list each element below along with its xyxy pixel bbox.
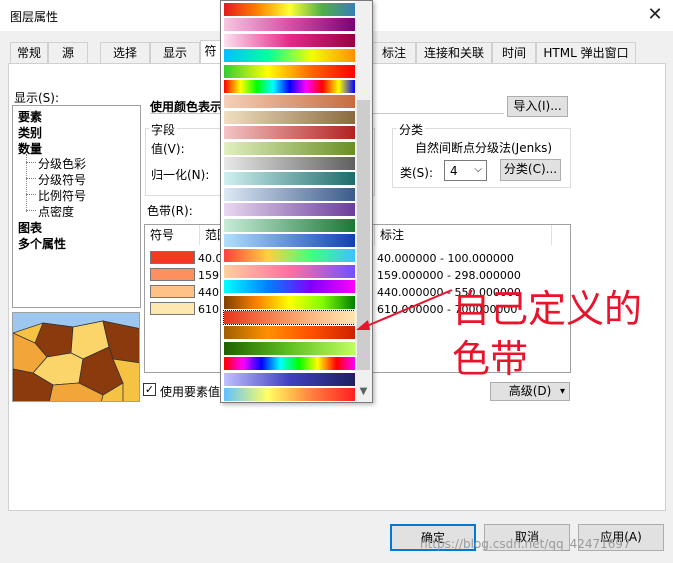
tab-display[interactable]: 显示 bbox=[150, 42, 200, 63]
tab-general[interactable]: 常规 bbox=[10, 42, 48, 63]
tree-item-categories[interactable]: 类别 bbox=[18, 124, 42, 141]
tree-item-dot-density[interactable]: 点密度 bbox=[38, 203, 74, 220]
symbol-swatch[interactable] bbox=[150, 302, 195, 315]
tab-joins-relates[interactable]: 连接和关联 bbox=[416, 42, 492, 63]
symbol-swatch[interactable] bbox=[150, 251, 195, 264]
tree-item-charts[interactable]: 图表 bbox=[18, 219, 42, 236]
advanced-button-label: 高级(D) bbox=[508, 384, 552, 398]
classification-group-label: 分类 bbox=[397, 121, 426, 138]
symbol-swatch[interactable] bbox=[150, 285, 195, 298]
color-ramp-option[interactable] bbox=[223, 310, 356, 325]
watermark: https://blog.csdn.net/qq_42471697 bbox=[420, 537, 631, 551]
color-ramp-option[interactable] bbox=[224, 141, 355, 155]
classification-method: 自然间断点分级法(Jenks) bbox=[415, 141, 553, 155]
color-ramp-option[interactable] bbox=[224, 3, 355, 16]
color-ramp-option[interactable] bbox=[224, 64, 355, 78]
tab-labels[interactable]: 标注 bbox=[372, 42, 416, 63]
color-ramp-option[interactable] bbox=[224, 249, 355, 263]
tree-item-graduated-colors[interactable]: 分级色彩 bbox=[38, 155, 86, 172]
color-ramp-option[interactable] bbox=[224, 33, 355, 47]
advanced-button[interactable]: 高级(D) ▾ bbox=[490, 382, 570, 401]
value-label: 值(V): bbox=[151, 142, 185, 156]
tab-html-popup[interactable]: HTML 弹出窗口 bbox=[536, 42, 636, 63]
classes-label: 类(S): bbox=[400, 166, 434, 180]
dropdown-arrow-icon: ▾ bbox=[559, 386, 565, 397]
color-ramp-option[interactable] bbox=[224, 203, 355, 217]
tree-item-multiple-attributes[interactable]: 多个属性 bbox=[18, 235, 66, 252]
tree-connector bbox=[26, 162, 36, 163]
label-cell[interactable]: 40.000000 - 100.000000 bbox=[377, 252, 514, 265]
show-label: 显示(S): bbox=[14, 91, 60, 105]
tab-symbology[interactable]: 符 bbox=[200, 40, 221, 64]
import-button[interactable]: 导入(I)... bbox=[507, 96, 568, 117]
use-feature-values-checkbox[interactable]: ✓ bbox=[143, 383, 156, 396]
color-ramp-option[interactable] bbox=[224, 49, 355, 63]
annotation-text: 自己定义的 色带 bbox=[452, 284, 642, 384]
color-ramp-option[interactable] bbox=[224, 341, 355, 355]
color-ramp-option[interactable] bbox=[224, 157, 355, 170]
column-header-symbol[interactable]: 符号 bbox=[145, 225, 200, 245]
color-ramp-option[interactable] bbox=[224, 234, 355, 247]
annotation-line-2: 色带 bbox=[452, 337, 529, 381]
color-ramp-option[interactable] bbox=[224, 80, 355, 93]
color-ramp-option[interactable] bbox=[224, 388, 355, 401]
color-ramp-option[interactable] bbox=[224, 280, 355, 294]
tree-item-graduated-symbols[interactable]: 分级符号 bbox=[38, 171, 86, 188]
color-ramp-option[interactable] bbox=[224, 326, 355, 340]
color-ramp-option[interactable] bbox=[224, 264, 355, 278]
color-ramp-option[interactable] bbox=[224, 187, 355, 201]
color-ramp-option[interactable] bbox=[224, 95, 355, 109]
tree-connector bbox=[26, 210, 36, 211]
color-ramp-dropdown-list[interactable] bbox=[220, 0, 373, 403]
color-ramp-option[interactable] bbox=[224, 295, 355, 309]
renderer-tree: 要素 类别 数量 分级色彩 分级符号 比例符号 点密度 图表 多个属性 bbox=[12, 105, 141, 308]
color-ramp-option[interactable] bbox=[224, 18, 355, 32]
color-ramp-option[interactable] bbox=[224, 110, 355, 124]
classes-select[interactable]: 4 ⌵ bbox=[444, 160, 487, 181]
column-header-label[interactable]: 标注 bbox=[375, 225, 552, 245]
color-ramp-option[interactable] bbox=[224, 218, 355, 232]
tab-selection[interactable]: 选择 bbox=[100, 42, 150, 63]
color-ramp-option[interactable] bbox=[224, 172, 355, 186]
tab-time[interactable]: 时间 bbox=[492, 42, 536, 63]
tab-source[interactable]: 源 bbox=[48, 42, 88, 63]
tree-item-features[interactable]: 要素 bbox=[18, 108, 42, 125]
color-ramp-option[interactable] bbox=[224, 372, 355, 386]
color-ramp-option[interactable] bbox=[224, 357, 355, 371]
tree-connector bbox=[26, 194, 36, 195]
tree-connector bbox=[26, 178, 36, 179]
classes-value: 4 bbox=[450, 164, 458, 178]
classify-button[interactable]: 分类(C)... bbox=[500, 159, 561, 181]
color-ramp-label: 色带(R): bbox=[147, 204, 193, 218]
close-button[interactable]: ✕ bbox=[640, 3, 670, 27]
tree-item-proportional-symbols[interactable]: 比例符号 bbox=[38, 187, 86, 204]
annotation-arrow-icon bbox=[356, 289, 453, 330]
window-title: 图层属性 bbox=[10, 10, 59, 24]
annotation-line-1: 自己定义的 bbox=[452, 287, 643, 331]
symbol-swatch[interactable] bbox=[150, 268, 195, 281]
color-ramp-option[interactable] bbox=[224, 126, 355, 140]
renderer-preview-image bbox=[12, 312, 140, 402]
fields-group-label: 字段 bbox=[149, 121, 178, 138]
scroll-down-arrow-icon[interactable]: ▼ bbox=[357, 385, 370, 399]
normalization-label: 归一化(N): bbox=[151, 168, 210, 182]
chevron-down-icon: ⌵ bbox=[474, 164, 482, 175]
